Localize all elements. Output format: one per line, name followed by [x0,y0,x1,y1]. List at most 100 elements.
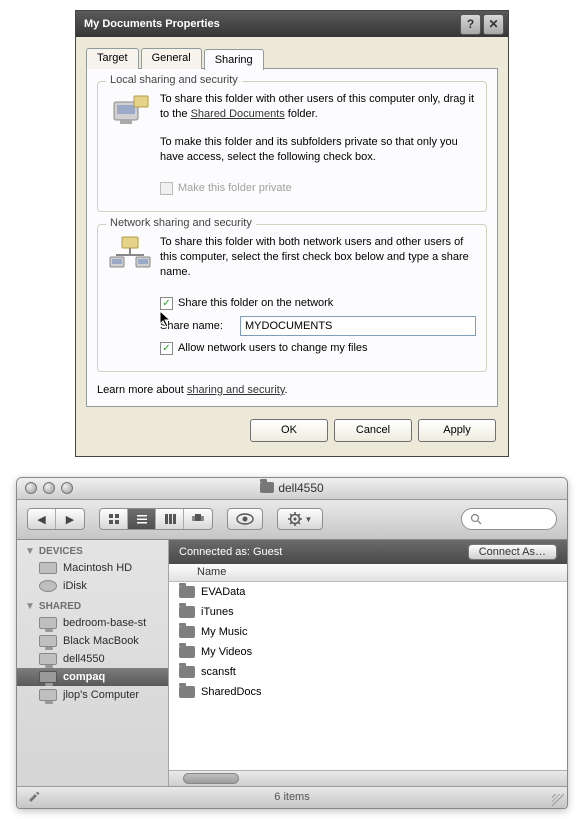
input-share-name[interactable] [240,316,476,336]
computer-icon [39,617,57,629]
sidebar-item-idisk[interactable]: iDisk [17,577,168,595]
tabstrip: Target General Sharing [86,48,498,69]
disclosure-triangle-icon: ▼ [25,546,35,557]
label-make-private: Make this folder private [178,182,292,194]
ok-button[interactable]: OK [250,419,328,442]
column-view-button[interactable] [156,509,184,529]
list-item[interactable]: scansft [169,662,567,682]
connect-as-button[interactable]: Connect As… [468,544,557,560]
finder-body: ▼DEVICES Macintosh HD iDisk ▼SHARED bedr… [17,540,567,786]
list-item[interactable]: SharedDocs [169,682,567,702]
mac-toolbar: ◀ ▶ ▼ [17,500,567,540]
chevron-down-icon: ▼ [305,515,313,524]
icon-view-button[interactable] [100,509,128,529]
item-count: 6 items [17,791,567,803]
computer-icon [39,689,57,701]
main-pane: Connected as: Guest Connect As… Name EVA… [169,540,567,786]
network-legend: Network sharing and security [106,217,256,229]
finder-window: dell4550 ◀ ▶ ▼ [16,477,568,809]
network-sharing-icon [108,235,152,293]
back-button[interactable]: ◀ [28,509,56,529]
sidebar-header-shared[interactable]: ▼SHARED [17,595,168,614]
folder-icon [179,666,195,678]
close-traffic-button[interactable] [25,482,37,494]
connection-status: Connected as: Guest [179,546,282,558]
computer-icon [39,635,57,647]
sidebar-header-devices[interactable]: ▼DEVICES [17,540,168,559]
disclosure-triangle-icon: ▼ [25,601,35,612]
checkbox-allow-change[interactable]: ✓ [160,342,173,355]
tab-target[interactable]: Target [86,48,139,69]
group-local-sharing: Local sharing and security To share this… [97,81,487,212]
gear-icon [288,512,302,526]
label-allow-change: Allow network users to change my files [178,342,368,354]
list-item[interactable]: iTunes [169,602,567,622]
tab-sharing[interactable]: Sharing [204,49,264,70]
list-view-button[interactable] [128,509,156,529]
local-sharing-icon [108,92,152,178]
status-bar: 6 items [17,786,567,808]
mac-window-title: dell4550 [17,481,567,495]
forward-button[interactable]: ▶ [56,509,84,529]
list-icon [136,513,148,525]
apply-button[interactable]: Apply [418,419,496,442]
sidebar-item-macintosh-hd[interactable]: Macintosh HD [17,559,168,577]
sidebar-item-jlop[interactable]: jlop's Computer [17,686,168,704]
folder-icon [179,626,195,638]
sidebar-item-compaq[interactable]: compaq [17,668,168,686]
hd-icon [39,562,57,574]
tab-general[interactable]: General [141,48,202,69]
row-share-name: Share name: [160,316,476,336]
connection-bar: Connected as: Guest Connect As… [169,540,567,564]
title-folder-icon [260,482,274,493]
grid-icon [108,513,120,525]
group-network-sharing: Network sharing and security [97,224,487,372]
label-share-name: Share name: [160,320,232,332]
window-title: My Documents Properties [80,18,458,30]
row-share-network: ✓ Share this folder on the network [160,297,476,310]
traffic-lights [25,482,73,494]
row-allow-change: ✓ Allow network users to change my files [160,342,476,355]
idisk-icon [39,580,57,592]
folder-icon [179,686,195,698]
folder-icon [179,586,195,598]
search-field[interactable] [461,508,557,530]
horizontal-scrollbar[interactable] [169,770,567,786]
list-item[interactable]: My Videos [169,642,567,662]
properties-dialog: My Documents Properties ? ✕ Target Gener… [75,10,509,457]
resize-handle[interactable] [552,794,564,806]
row-make-private: Make this folder private [160,182,476,195]
sharing-security-link[interactable]: sharing and security [187,384,285,396]
action-menu-button[interactable]: ▼ [277,508,323,530]
zoom-traffic-button[interactable] [61,482,73,494]
network-text: To share this folder with both network u… [160,235,476,281]
sidebar-item-dell4550[interactable]: dell4550 [17,650,168,668]
shared-documents-link[interactable]: Shared Documents [191,108,285,120]
sidebar-item-bedroom[interactable]: bedroom-base-st [17,614,168,632]
local-legend: Local sharing and security [106,74,242,86]
coverflow-view-button[interactable] [184,509,212,529]
list-item[interactable]: EVAData [169,582,567,602]
nav-back-forward: ◀ ▶ [27,508,85,530]
folder-icon [179,646,195,658]
checkbox-share-network[interactable]: ✓ [160,297,173,310]
computer-icon [39,653,57,665]
eye-icon [236,513,254,525]
tab-panel-sharing: Local sharing and security To share this… [86,68,498,407]
close-button[interactable]: ✕ [483,14,504,35]
titlebar[interactable]: My Documents Properties ? ✕ [76,11,508,37]
quicklook-button[interactable] [227,508,263,530]
help-button[interactable]: ? [460,14,481,35]
search-icon [470,513,482,525]
scrollbar-thumb[interactable] [183,773,239,784]
cancel-button[interactable]: Cancel [334,419,412,442]
sidebar-item-black-macbook[interactable]: Black MacBook [17,632,168,650]
sidebar: ▼DEVICES Macintosh HD iDisk ▼SHARED bedr… [17,540,169,786]
learn-more-text: Learn more about sharing and security. [97,384,487,396]
checkbox-make-private [160,182,173,195]
mac-titlebar[interactable]: dell4550 [17,478,567,500]
minimize-traffic-button[interactable] [43,482,55,494]
column-header-name[interactable]: Name [169,564,567,582]
view-mode-segment [99,508,213,530]
list-item[interactable]: My Music [169,622,567,642]
